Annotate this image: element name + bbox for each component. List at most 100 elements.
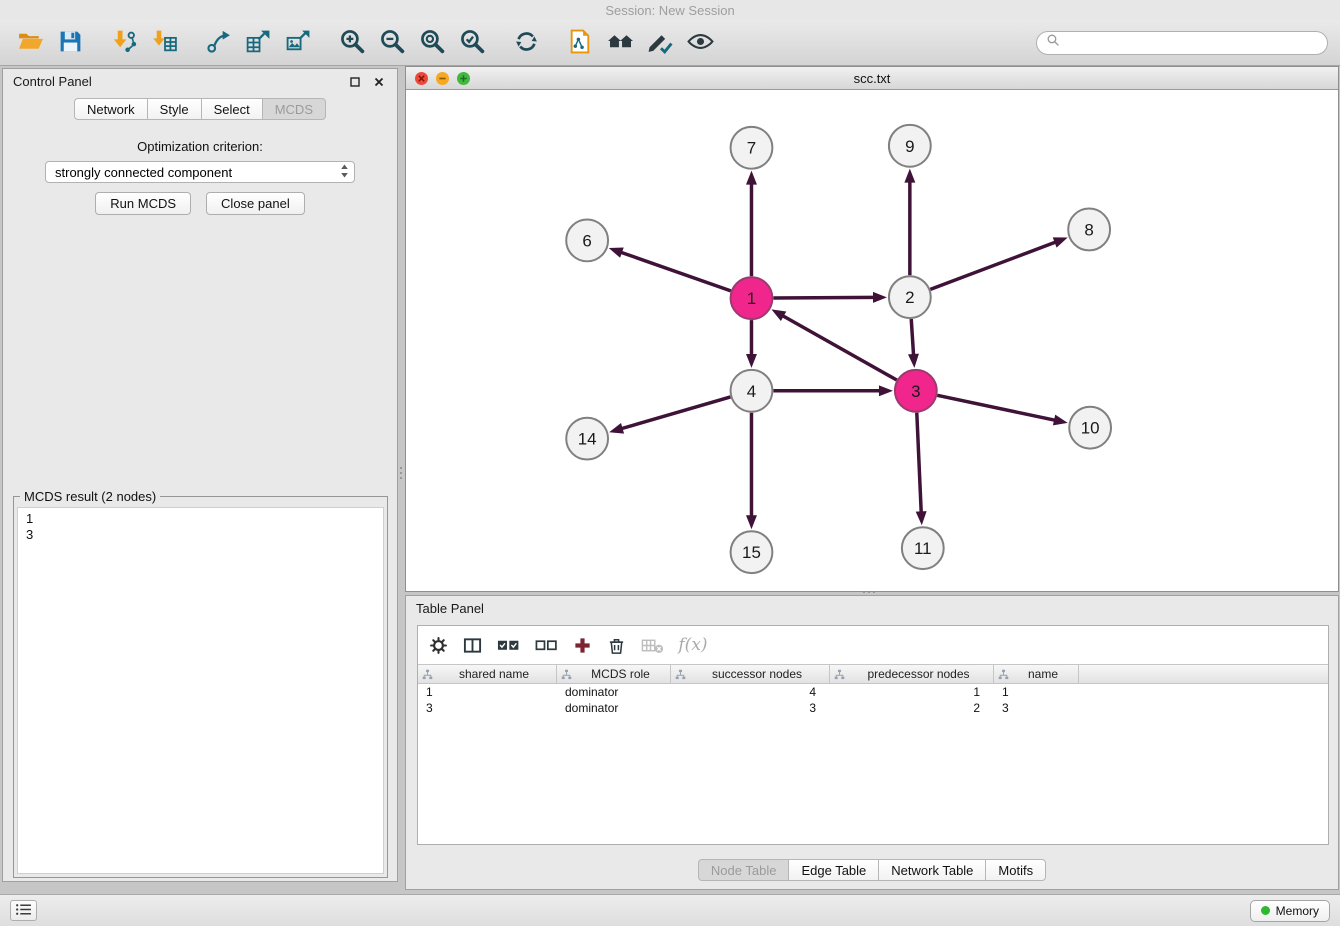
tab-mcds[interactable]: MCDS [262,98,326,120]
header-filler [1079,665,1328,683]
column-header-successor-nodes[interactable]: successor nodes [671,665,830,683]
edge-1-6[interactable] [620,252,731,291]
tab-style[interactable]: Style [147,98,202,120]
import-network-button[interactable] [106,24,142,62]
window-close-icon[interactable] [415,72,428,85]
deselect-all-button[interactable] [535,632,558,658]
import-table-button[interactable] [146,24,182,62]
network-window-title: scc.txt [406,71,1338,86]
select-all-button[interactable] [497,632,520,658]
edge-arrowhead [873,292,887,303]
tab-network-table[interactable]: Network Table [878,859,986,881]
run-mcds-button[interactable]: Run MCDS [95,192,191,215]
table-cell[interactable]: 3 [994,700,1079,716]
refresh-button[interactable] [508,24,544,62]
eye-button[interactable] [682,24,718,62]
edge-2-8[interactable] [930,242,1056,290]
gear-button[interactable] [429,632,448,658]
column-header-shared-name[interactable]: shared name [418,665,557,683]
table-panel-title: Table Panel [416,601,484,616]
edge-3-1[interactable] [782,315,897,380]
tab-edge-table[interactable]: Edge Table [788,859,879,881]
node-label: 7 [747,139,756,158]
table-cell[interactable]: 1 [830,684,994,700]
node-label: 4 [747,382,756,401]
zoom-in-button[interactable] [334,24,370,62]
tree-icon [998,669,1009,680]
table-row[interactable]: 1dominator411 [418,684,1328,700]
style-check-button[interactable] [642,24,678,62]
optimization-select[interactable]: strongly connected component [45,161,355,183]
table-cell[interactable]: 4 [671,684,830,700]
zoom-out-button[interactable] [374,24,410,62]
window-title: Session: New Session [0,0,1340,20]
table-cell[interactable]: dominator [557,700,671,716]
table-panel: Table Panel f(x) shared nameMCDS rolesuc… [405,595,1339,890]
search-field[interactable] [1036,31,1328,55]
export-image-icon [285,28,312,58]
save-session-button[interactable] [52,24,88,62]
memory-button[interactable]: Memory [1250,900,1330,922]
export-network-button[interactable] [200,24,236,62]
search-input[interactable] [1065,34,1318,51]
home-button[interactable] [602,24,638,62]
zoom-fit-button[interactable] [414,24,450,62]
main-toolbar [0,20,1340,66]
mcds-result-line: 1 [26,511,375,527]
float-table-panel-icon[interactable] [1287,600,1304,617]
column-header-mcds-role[interactable]: MCDS role [557,665,671,683]
panel-menu-button[interactable] [10,900,37,921]
tab-select[interactable]: Select [201,98,263,120]
column-header-name[interactable]: name [994,665,1079,683]
table-row[interactable]: 3dominator323 [418,700,1328,716]
add-row-button[interactable] [573,632,592,658]
optimization-select-value: strongly connected component [55,165,340,180]
table-cell[interactable]: dominator [557,684,671,700]
table-cell[interactable]: 1 [418,684,557,700]
edge-2-3[interactable] [911,319,913,356]
memory-status-icon [1261,906,1270,915]
delete-row-button[interactable] [607,632,626,658]
network-canvas: 7968124314101511 [406,90,1338,591]
optimization-label: Optimization criterion: [3,139,397,154]
open-file-button[interactable] [12,24,48,62]
close-table-panel-icon[interactable] [1311,600,1328,617]
close-panel-button[interactable]: Close panel [206,192,305,215]
table-cell[interactable]: 3 [671,700,830,716]
window-maximize-icon[interactable] [457,72,470,85]
edge-3-10[interactable] [937,395,1056,420]
home-icon [607,28,634,58]
export-image-button[interactable] [280,24,316,62]
open-file-icon [17,28,44,58]
column-header-label: name [1012,667,1074,681]
window-minimize-icon[interactable] [436,72,449,85]
column-header-label: predecessor nodes [848,667,989,681]
table-cell[interactable]: 2 [830,700,994,716]
edge-3-11[interactable] [917,413,921,514]
add-row-icon [573,636,592,655]
export-table-button[interactable] [240,24,276,62]
import-database-button[interactable] [562,24,598,62]
zoom-selected-button[interactable] [454,24,490,62]
float-panel-icon[interactable] [346,73,363,90]
column-header-label: successor nodes [689,667,825,681]
zoom-selected-icon [459,28,486,58]
zoom-in-icon [339,28,366,58]
control-panel-header: Control Panel [3,69,397,94]
columns-button[interactable] [463,632,482,658]
tab-network[interactable]: Network [74,98,148,120]
table-cell[interactable]: 3 [418,700,557,716]
close-panel-icon[interactable] [370,73,387,90]
mcds-result-list[interactable]: 13 [17,507,384,874]
vertical-splitter-handle[interactable] [398,460,404,486]
tab-motifs[interactable]: Motifs [985,859,1046,881]
edge-1-2[interactable] [773,297,875,298]
node-label: 11 [914,539,932,558]
edge-4-14[interactable] [621,397,731,429]
table-cell[interactable]: 1 [994,684,1079,700]
export-table-icon [245,28,272,58]
network-view[interactable]: 7968124314101511 [406,90,1338,591]
tree-icon [675,669,686,680]
column-header-predecessor-nodes[interactable]: predecessor nodes [830,665,994,683]
tab-node-table[interactable]: Node Table [698,859,790,881]
